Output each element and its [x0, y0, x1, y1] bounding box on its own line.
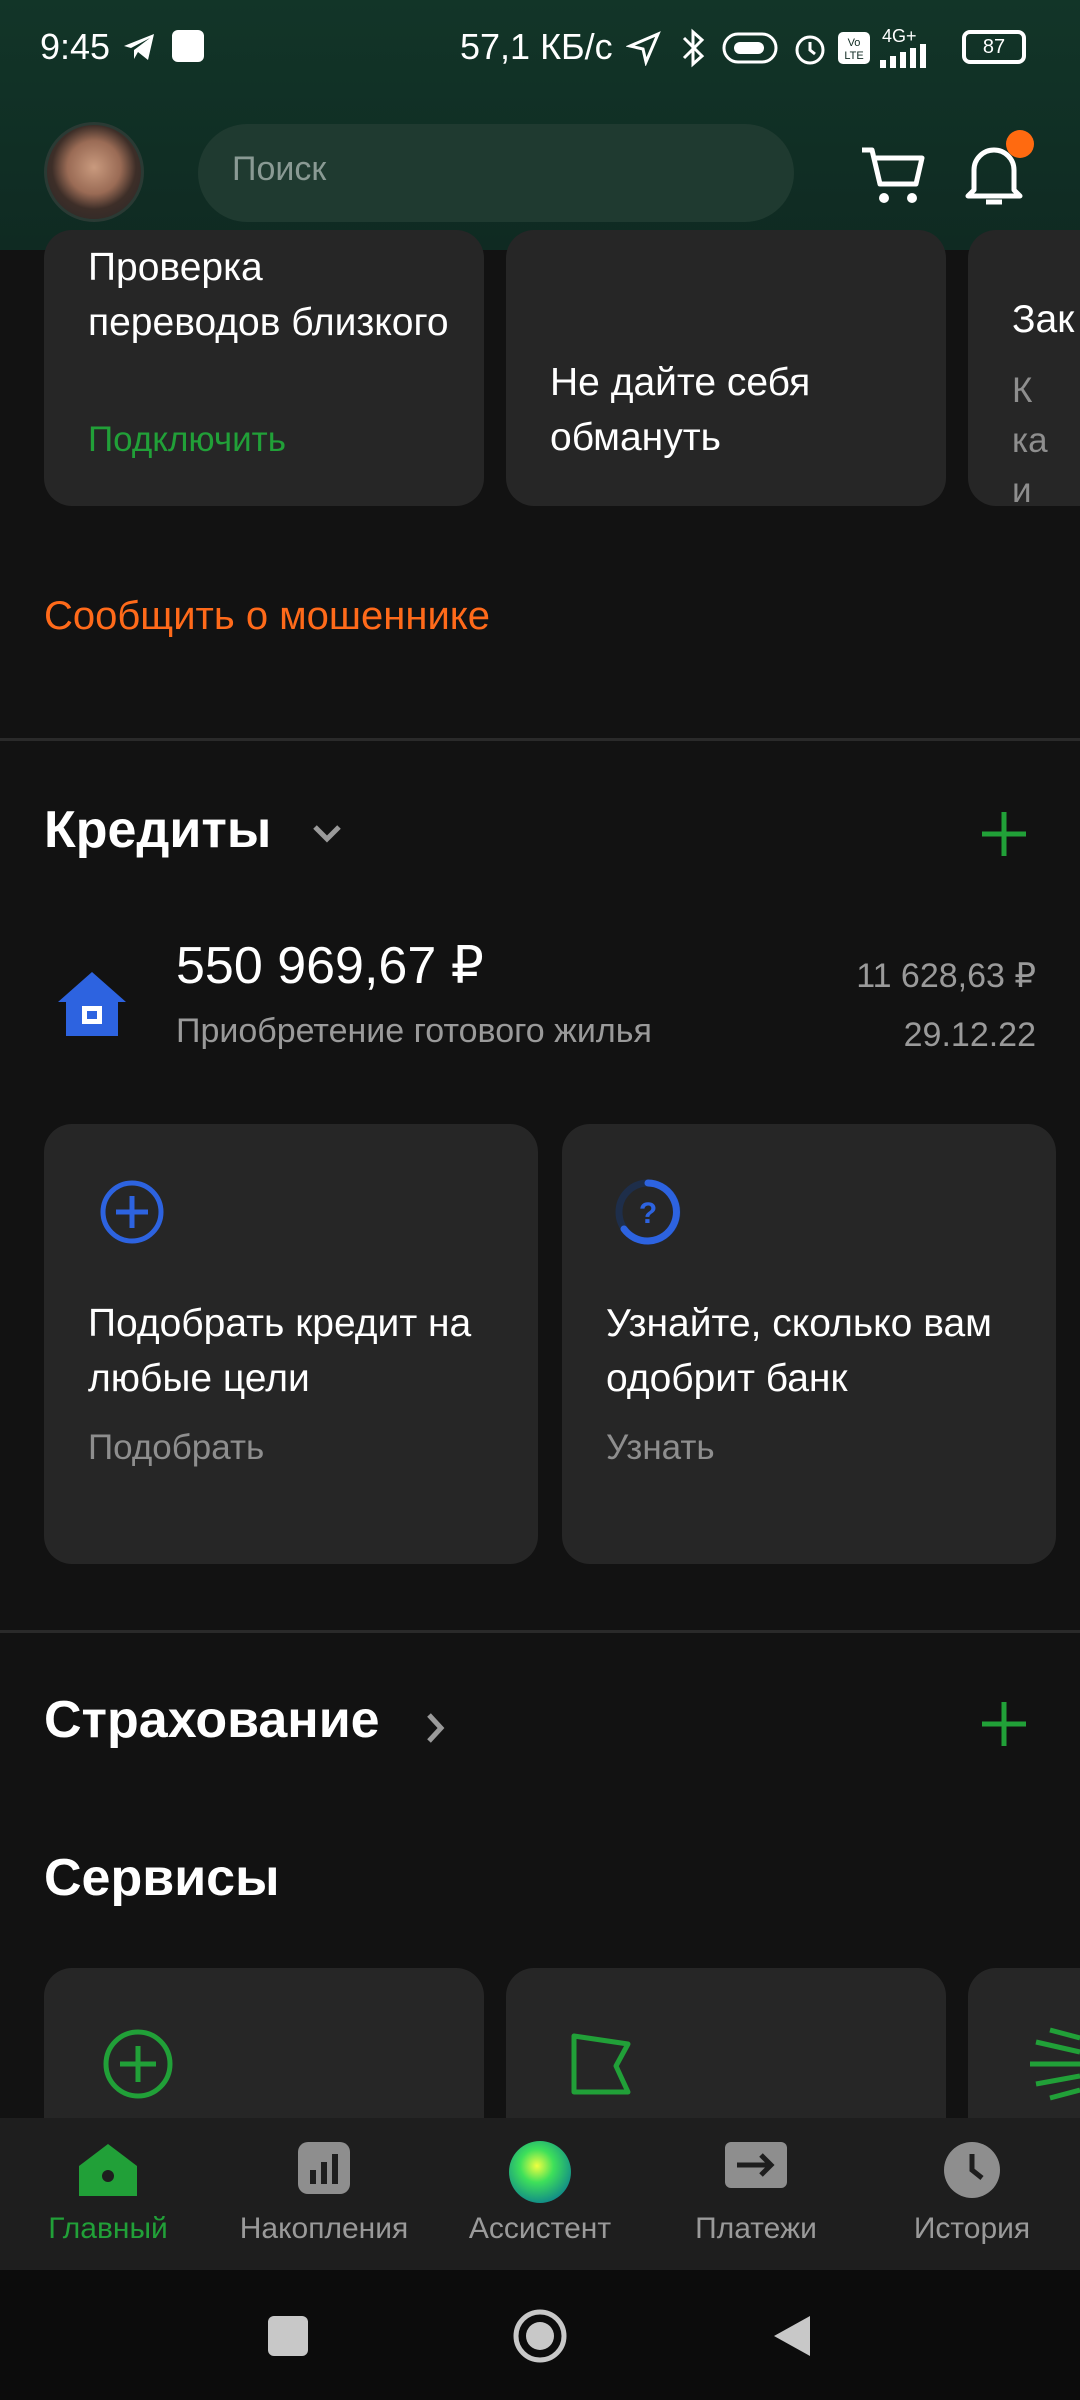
promo-card-title: Зак — [1012, 298, 1075, 341]
nav-payments[interactable] — [648, 2140, 864, 2195]
nav-assistant[interactable] — [432, 2140, 648, 2209]
loan-payment: 11 628,63 ₽ — [856, 957, 1036, 995]
offer-card-title: Узнайте, сколько вам одобрит банк — [606, 1302, 992, 1400]
alarm-icon — [795, 35, 825, 65]
notification-app-icon — [172, 30, 204, 62]
section-divider — [0, 1630, 1080, 1633]
search-placeholder: Поиск — [232, 150, 327, 188]
location-icon — [626, 31, 661, 66]
chevron-right-icon[interactable] — [424, 1710, 448, 1746]
cart-icon[interactable] — [860, 144, 926, 206]
nav-label-savings: Накопления — [239, 2212, 409, 2245]
loan-name: Приобретение готового жилья — [176, 1012, 652, 1050]
nav-history[interactable] — [864, 2140, 1080, 2205]
signal-icon — [880, 44, 926, 68]
services-title: Сервисы — [44, 1849, 280, 1907]
credits-title[interactable]: Кредиты — [44, 800, 271, 860]
battery-indicator: 87 — [962, 30, 1026, 64]
svg-text:Vo: Vo — [848, 37, 861, 49]
back-button[interactable] — [770, 2312, 814, 2360]
add-credit-button[interactable] — [976, 806, 1032, 862]
telegram-icon — [124, 34, 154, 60]
shield-icon — [1030, 2027, 1080, 2101]
avatar[interactable] — [44, 122, 144, 222]
toggle-status-icon — [722, 32, 778, 64]
chevron-down-icon[interactable] — [310, 822, 344, 846]
volte-icon: VoLTE — [838, 32, 870, 64]
home-icon — [79, 2144, 137, 2196]
loan-amount[interactable]: 550 969,67 ₽ — [176, 936, 484, 996]
promo-card-action[interactable]: Подключить — [88, 420, 286, 460]
nav-label-main: Главный — [48, 2212, 168, 2245]
promo-card-title: Не дайте себя обмануть — [550, 361, 811, 459]
nav-savings[interactable] — [216, 2140, 432, 2201]
status-bar: 9:45 57,1 КБ/с Vo LTE 4G+ 87 — [0, 0, 1080, 100]
nav-label-history: История — [913, 2212, 1031, 2245]
promo-card-title: Проверка переводов близкого — [88, 246, 449, 344]
insurance-title[interactable]: Страхование — [44, 1690, 380, 1750]
plus-circle-icon — [103, 2029, 173, 2099]
flag-icon — [571, 2033, 631, 2095]
plus-circle-icon — [100, 1180, 164, 1244]
question-progress-icon: ? — [615, 1179, 681, 1245]
notification-dot — [1006, 130, 1034, 158]
add-insurance-button[interactable] — [976, 1696, 1032, 1752]
chart-icon — [298, 2142, 350, 2194]
report-fraud-link[interactable]: Сообщить о мошеннике — [44, 594, 490, 639]
nav-label-assistant: Ассистент — [468, 2212, 612, 2245]
house-icon — [58, 972, 126, 1036]
transfer-arrow-icon — [725, 2142, 787, 2188]
assistant-orb-icon — [509, 2141, 571, 2203]
nav-main[interactable] — [0, 2140, 216, 2205]
loan-date: 29.12.22 — [903, 1016, 1036, 1054]
status-speed: 57,1 КБ/с — [460, 26, 613, 67]
battery-level: 87 — [982, 36, 1006, 58]
clock-icon — [944, 2142, 1000, 2198]
offer-card-action[interactable]: Подобрать — [88, 1428, 264, 1468]
status-time: 9:45 — [40, 26, 111, 67]
bluetooth-icon — [682, 28, 705, 68]
home-button[interactable] — [512, 2308, 568, 2364]
promo-card-partial[interactable]: Зак К ка и сч — [968, 230, 1080, 506]
nav-label-payments: Платежи — [695, 2212, 817, 2245]
svg-text:?: ? — [639, 1197, 657, 1230]
promo-card-subtitle: К ка и сч — [1012, 371, 1048, 506]
recents-button[interactable] — [268, 2316, 308, 2356]
svg-text:LTE: LTE — [844, 50, 863, 62]
section-divider — [0, 738, 1080, 741]
offer-card-title: Подобрать кредит на любые цели — [88, 1302, 472, 1400]
offer-card-action[interactable]: Узнать — [606, 1428, 715, 1468]
